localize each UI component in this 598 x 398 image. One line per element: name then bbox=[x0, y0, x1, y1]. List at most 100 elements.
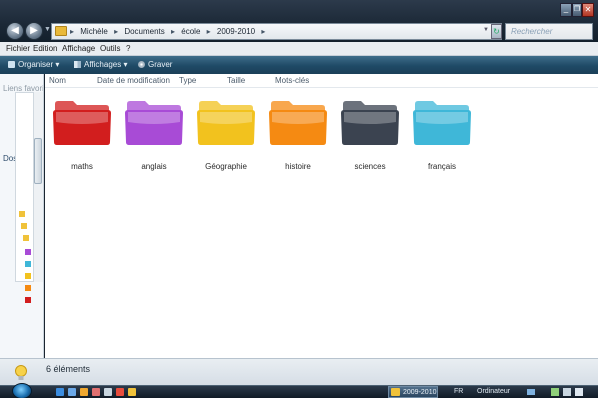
explorer-screen: ◀ ▶ ▼ ▸ Michèle ▸ Documents ▸ école ▸ 20… bbox=[0, 0, 598, 398]
purple-folder-icon bbox=[125, 101, 183, 145]
item-count: 6 éléments bbox=[46, 364, 91, 374]
command-bar: Organiser ▾ Affichages ▾ Graver bbox=[0, 56, 598, 74]
folder-item[interactable]: anglais bbox=[123, 96, 187, 171]
breadcrumb-separator: ▸ bbox=[114, 27, 119, 36]
dark-folder-icon bbox=[341, 101, 399, 145]
column-size[interactable]: Taille bbox=[227, 76, 245, 85]
menu-fichier[interactable]: Fichier bbox=[6, 44, 30, 53]
quick-launch-icon[interactable] bbox=[92, 388, 100, 396]
back-arrow-icon: ◀ bbox=[11, 25, 19, 36]
status-bar: 6 éléments bbox=[0, 358, 598, 385]
quick-launch-icon[interactable] bbox=[80, 388, 88, 396]
search-placeholder: Rechercher bbox=[511, 27, 553, 36]
menu-help[interactable]: ? bbox=[126, 44, 130, 53]
tree-folder-icon[interactable] bbox=[25, 297, 31, 303]
folder-item[interactable]: Géographie bbox=[195, 96, 259, 171]
burn-button[interactable]: Graver bbox=[138, 60, 172, 69]
tree-folder-icon[interactable] bbox=[25, 273, 31, 279]
network-icon bbox=[527, 389, 535, 395]
tree-folder-icon[interactable] bbox=[19, 211, 25, 217]
window-controls: _ ❐ ✕ bbox=[560, 3, 596, 18]
breadcrumb-separator: ▸ bbox=[206, 27, 211, 36]
quick-launch-icon[interactable] bbox=[104, 388, 112, 396]
system-tray[interactable] bbox=[525, 387, 595, 397]
views-icon bbox=[74, 61, 81, 68]
lightbulb-icon bbox=[14, 365, 28, 381]
tree-folder-icon[interactable] bbox=[21, 223, 27, 229]
tree-scrollbar-thumb[interactable] bbox=[34, 138, 42, 184]
chevron-down-icon: ▾ bbox=[123, 60, 128, 69]
breadcrumb-item[interactable]: Michèle bbox=[80, 27, 108, 36]
folder-item[interactable]: histoire bbox=[267, 96, 331, 171]
column-type[interactable]: Type bbox=[179, 76, 196, 85]
tree-folder-icon[interactable] bbox=[25, 249, 31, 255]
disc-icon bbox=[138, 61, 145, 68]
close-button[interactable]: ✕ bbox=[582, 3, 594, 17]
start-button[interactable] bbox=[12, 383, 32, 398]
folder-label: histoire bbox=[285, 162, 311, 171]
quick-launch-icon[interactable] bbox=[68, 388, 76, 396]
tree-scrollbar[interactable] bbox=[33, 92, 43, 282]
menu-affichage[interactable]: Affichage bbox=[62, 44, 95, 53]
organize-icon bbox=[8, 61, 15, 68]
folder-label: maths bbox=[71, 162, 93, 171]
folder-icon bbox=[55, 26, 67, 36]
menu-bar: Fichier Edition Affichage Outils ? bbox=[0, 42, 598, 56]
orange-folder-icon bbox=[269, 101, 327, 145]
menu-outils[interactable]: Outils bbox=[100, 44, 120, 53]
folder-icon bbox=[391, 388, 400, 396]
views-button[interactable]: Affichages ▾ bbox=[74, 60, 127, 69]
folder-label: français bbox=[427, 162, 456, 171]
minimize-button[interactable]: _ bbox=[560, 3, 572, 17]
folder-label: Géographie bbox=[205, 162, 247, 171]
computer-toolbar[interactable]: Ordinateur bbox=[477, 388, 510, 395]
title-bar: ◀ ▶ ▼ ▸ Michèle ▸ Documents ▸ école ▸ 20… bbox=[0, 0, 598, 42]
back-button[interactable]: ◀ bbox=[6, 22, 24, 40]
breadcrumb: ▸ Michèle ▸ Documents ▸ école ▸ 2009-201… bbox=[70, 27, 269, 36]
security-icon bbox=[551, 388, 559, 396]
forward-button[interactable]: ▶ bbox=[25, 22, 43, 40]
language-indicator[interactable]: FR bbox=[454, 388, 463, 395]
refresh-button[interactable]: ↻ bbox=[491, 24, 502, 39]
volume-icon bbox=[575, 388, 583, 396]
views-label: Affichages bbox=[84, 60, 122, 69]
address-bar[interactable]: ▸ Michèle ▸ Documents ▸ école ▸ 2009-201… bbox=[51, 23, 502, 40]
yellow-folder-icon bbox=[197, 101, 255, 145]
maximize-button[interactable]: ❐ bbox=[572, 3, 582, 17]
taskbar-window-label: 2009-2010 bbox=[403, 389, 437, 396]
quick-launch-icon[interactable] bbox=[128, 388, 136, 396]
column-name[interactable]: Nom bbox=[49, 76, 66, 85]
forward-arrow-icon: ▶ bbox=[30, 25, 38, 36]
folder-label: anglais bbox=[141, 162, 167, 171]
address-dropdown-icon[interactable]: ▼ bbox=[483, 27, 491, 36]
tree-folder-icon[interactable] bbox=[25, 261, 31, 267]
breadcrumb-item[interactable]: école bbox=[181, 27, 200, 36]
column-tags[interactable]: Mots-clés bbox=[275, 76, 309, 85]
cyan-folder-icon bbox=[413, 101, 471, 145]
menu-edition[interactable]: Edition bbox=[33, 44, 57, 53]
quick-launch-icon[interactable] bbox=[116, 388, 124, 396]
column-date[interactable]: Date de modification bbox=[97, 76, 170, 85]
folder-item[interactable]: français bbox=[411, 96, 475, 171]
column-headers: Nom Date de modification Type Taille Mot… bbox=[45, 74, 598, 88]
breadcrumb-separator: ▸ bbox=[171, 27, 176, 36]
breadcrumb-separator: ▸ bbox=[261, 27, 266, 36]
red-folder-icon bbox=[53, 101, 111, 145]
search-input[interactable]: Rechercher bbox=[505, 23, 593, 40]
refresh-icon: ↻ bbox=[493, 27, 500, 36]
file-list: maths anglais Géographie histoire sciences fr… bbox=[45, 88, 598, 358]
organize-button[interactable]: Organiser ▾ bbox=[8, 60, 59, 69]
tree-folder-icon[interactable] bbox=[23, 235, 29, 241]
organize-label: Organiser bbox=[18, 60, 54, 69]
breadcrumb-item[interactable]: 2009-2010 bbox=[217, 27, 255, 36]
folder-item[interactable]: sciences bbox=[339, 96, 403, 171]
monitor-icon bbox=[563, 388, 571, 396]
history-dropdown-icon[interactable]: ▼ bbox=[44, 26, 51, 33]
folder-item[interactable]: maths bbox=[51, 96, 115, 171]
folder-label: sciences bbox=[354, 162, 386, 171]
breadcrumb-item[interactable]: Documents bbox=[124, 27, 164, 36]
tree-folder-icon[interactable] bbox=[25, 285, 31, 291]
chevron-down-icon: ▾ bbox=[55, 60, 60, 69]
breadcrumb-separator: ▸ bbox=[70, 27, 75, 36]
quick-launch-icon[interactable] bbox=[56, 388, 64, 396]
